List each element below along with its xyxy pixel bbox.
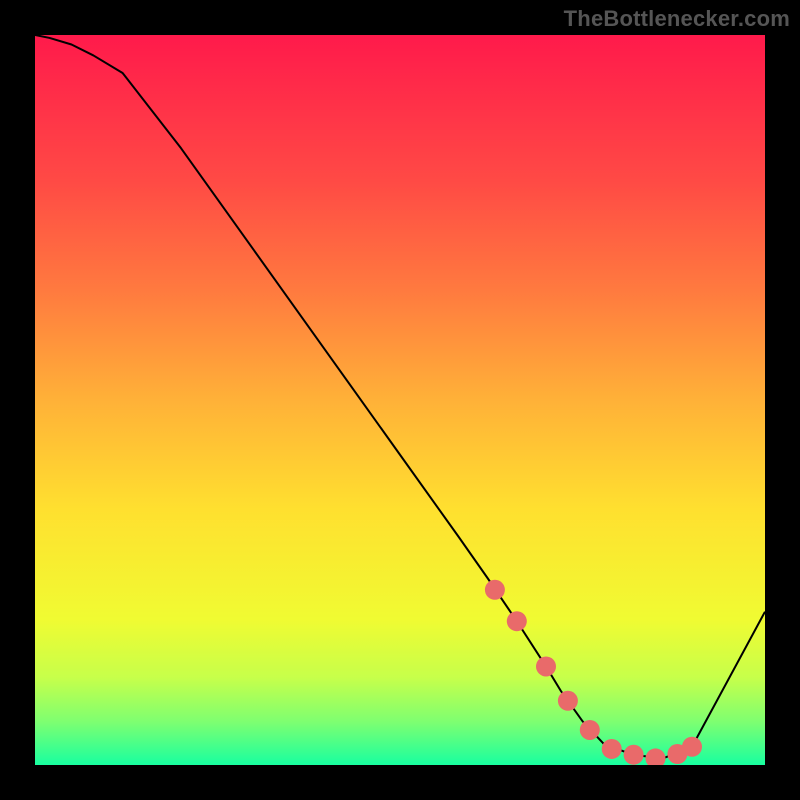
highlight-dot bbox=[558, 691, 578, 711]
highlight-dot bbox=[580, 720, 600, 740]
highlight-dot bbox=[536, 656, 556, 676]
highlight-dot bbox=[624, 745, 644, 765]
highlight-dot bbox=[682, 737, 702, 757]
highlight-dot bbox=[602, 739, 622, 759]
attribution-label: TheBottlenecker.com bbox=[564, 6, 790, 32]
plot-area bbox=[35, 35, 765, 765]
highlight-dot bbox=[507, 611, 527, 631]
highlight-dot bbox=[485, 580, 505, 600]
chart-svg bbox=[35, 35, 765, 765]
chart-background bbox=[35, 35, 765, 765]
chart-frame: TheBottlenecker.com bbox=[0, 0, 800, 800]
